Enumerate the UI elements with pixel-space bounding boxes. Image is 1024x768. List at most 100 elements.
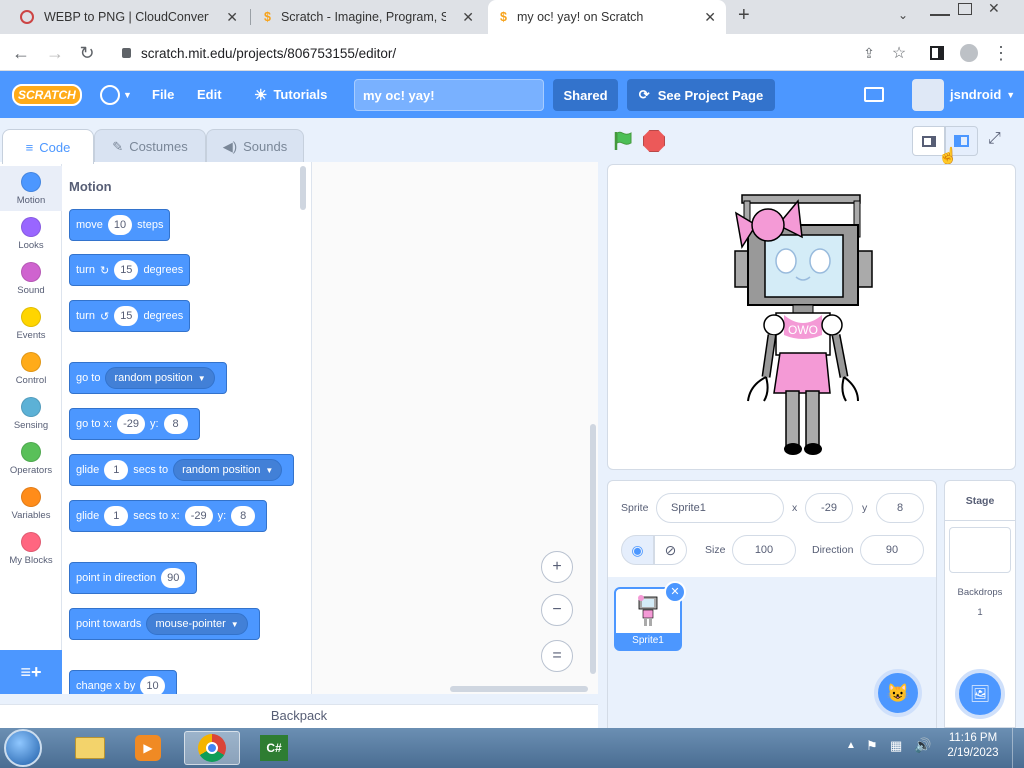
category-my-blocks[interactable]: My Blocks bbox=[0, 526, 62, 571]
edit-menu[interactable]: Edit bbox=[197, 71, 222, 118]
tab-close-icon[interactable]: ✕ bbox=[226, 9, 238, 26]
block-input[interactable]: -29 bbox=[184, 506, 213, 526]
block-input[interactable]: 1 bbox=[104, 460, 129, 480]
fullscreen-icon[interactable]: ⤢ bbox=[988, 130, 1001, 148]
see-project-page-button[interactable]: ⟳ See Project Page bbox=[627, 79, 775, 111]
workspace-horizontal-scrollbar[interactable] bbox=[450, 686, 588, 692]
block-input[interactable]: 15 bbox=[114, 260, 139, 280]
block-dropdown[interactable]: random position ▼ bbox=[173, 459, 283, 481]
palette-scrollbar[interactable] bbox=[300, 166, 306, 210]
clock[interactable]: 11:16 PM 2/19/2023 bbox=[940, 732, 1006, 759]
side-panel-icon[interactable] bbox=[924, 40, 950, 66]
scratch-logo[interactable]: SCRATCH bbox=[12, 71, 82, 118]
block-go-to[interactable]: go to random position ▼ bbox=[69, 362, 227, 394]
workspace-vertical-scrollbar[interactable] bbox=[590, 424, 596, 674]
add-extension-button[interactable]: ≡+ bbox=[0, 650, 62, 694]
block-move-steps[interactable]: move 10 steps bbox=[69, 209, 171, 241]
tab-project[interactable]: $ my oc! yay! on Scratch ✕ bbox=[488, 0, 726, 34]
stop-sign-icon[interactable] bbox=[643, 130, 665, 152]
category-variables[interactable]: Variables bbox=[0, 481, 62, 526]
shared-button[interactable]: Shared bbox=[553, 79, 618, 111]
show-hidden-icons-icon[interactable]: ▲ bbox=[846, 740, 856, 751]
kebab-menu-icon[interactable]: ⋮ bbox=[988, 40, 1014, 66]
my-stuff-folder-icon[interactable] bbox=[864, 71, 884, 118]
block-input[interactable]: 10 bbox=[140, 676, 165, 694]
zoom-reset-button[interactable]: = bbox=[541, 640, 573, 672]
block-input[interactable]: 1 bbox=[104, 506, 129, 526]
forward-icon[interactable]: → bbox=[42, 40, 68, 66]
block-point-towards[interactable]: point towards mouse-pointer ▼ bbox=[69, 608, 260, 640]
block-glide-to[interactable]: glide 1 secs to random position ▼ bbox=[69, 454, 295, 486]
block-turn-left[interactable]: turn ↺ 15 degrees bbox=[69, 300, 191, 332]
tab-close-icon[interactable]: ✕ bbox=[704, 9, 716, 26]
block-glide-to-xy[interactable]: glide 1 secs to x: -29 y: 8 bbox=[69, 500, 268, 532]
account-menu[interactable]: jsndroid ▼ bbox=[912, 71, 1015, 118]
block-change-x[interactable]: change x by 10 bbox=[69, 670, 177, 694]
block-input[interactable]: 15 bbox=[114, 306, 139, 326]
category-sensing[interactable]: Sensing bbox=[0, 391, 62, 436]
sprite-name-input[interactable]: Sprite1 bbox=[656, 493, 784, 523]
category-control[interactable]: Control bbox=[0, 346, 62, 391]
y-position-input[interactable]: 8 bbox=[876, 493, 924, 523]
chrome-icon[interactable] bbox=[184, 731, 240, 765]
reload-icon[interactable]: ↻ bbox=[74, 40, 100, 66]
restore-icon[interactable] bbox=[958, 3, 972, 15]
choose-backdrop-icon[interactable]: 🖼 bbox=[955, 669, 1005, 719]
tab-cloudconvert[interactable]: WEBP to PNG | CloudConvert ✕ bbox=[8, 0, 248, 34]
direction-input[interactable]: 90 bbox=[860, 535, 924, 565]
network-icon[interactable]: ▦ bbox=[890, 738, 902, 754]
category-looks[interactable]: Looks bbox=[0, 211, 62, 256]
hide-sprite-button[interactable]: ⊘ bbox=[654, 535, 687, 565]
zoom-out-button[interactable]: − bbox=[541, 594, 573, 626]
url-bar[interactable]: scratch.mit.edu/projects/806753155/edito… bbox=[112, 39, 924, 67]
block-dropdown[interactable]: random position ▼ bbox=[105, 367, 215, 389]
language-globe-icon[interactable]: ▼ bbox=[100, 71, 132, 118]
show-desktop-button[interactable] bbox=[1012, 728, 1024, 768]
back-icon[interactable]: ← bbox=[8, 40, 34, 66]
size-input[interactable]: 100 bbox=[732, 535, 796, 565]
sprite-character[interactable]: OWO bbox=[608, 165, 1016, 470]
minimize-icon[interactable] bbox=[930, 4, 950, 16]
delete-sprite-trash-icon[interactable]: ✕ bbox=[664, 581, 686, 603]
project-title-input[interactable]: my oc! yay! bbox=[354, 79, 544, 111]
stage-thumbnail[interactable] bbox=[949, 527, 1011, 573]
category-operators[interactable]: Operators bbox=[0, 436, 62, 481]
share-icon[interactable]: ⇪ bbox=[856, 40, 882, 66]
script-workspace[interactable]: + − = bbox=[312, 162, 598, 694]
csharp-ide-icon[interactable]: C# bbox=[248, 731, 300, 765]
tab-scratch-home[interactable]: $ Scratch - Imagine, Program, Shar ✕ bbox=[252, 0, 484, 34]
tab-costumes[interactable]: ✎ Costumes bbox=[94, 129, 206, 163]
block-input[interactable]: 10 bbox=[107, 215, 133, 235]
file-menu[interactable]: File bbox=[152, 71, 174, 118]
category-sound[interactable]: Sound bbox=[0, 256, 62, 301]
block-input[interactable]: 8 bbox=[163, 414, 188, 434]
block-input[interactable]: -29 bbox=[117, 414, 145, 434]
tab-close-icon[interactable]: ✕ bbox=[462, 9, 474, 26]
block-input[interactable]: 8 bbox=[231, 506, 256, 526]
category-motion[interactable]: Motion bbox=[0, 166, 62, 211]
block-turn-right[interactable]: turn ↻ 15 degrees bbox=[69, 254, 191, 286]
block-input[interactable]: 90 bbox=[161, 568, 186, 588]
stage-selector-pane[interactable]: Stage Backdrops 1 🖼 bbox=[944, 480, 1016, 728]
zoom-in-button[interactable]: + bbox=[541, 551, 573, 583]
file-explorer-icon[interactable] bbox=[64, 731, 116, 765]
tutorials-button[interactable]: ☀ Tutorials bbox=[254, 71, 327, 118]
bookmark-star-icon[interactable]: ☆ bbox=[886, 40, 912, 66]
show-sprite-button[interactable]: ◉ bbox=[621, 535, 654, 565]
block-go-to-xy[interactable]: go to x: -29 y: 8 bbox=[69, 408, 200, 440]
block-point-in-direction[interactable]: point in direction 90 bbox=[69, 562, 198, 594]
new-tab-button[interactable]: + bbox=[738, 4, 750, 27]
tab-sounds[interactable]: ◀) Sounds bbox=[206, 129, 304, 163]
green-flag-icon[interactable] bbox=[612, 130, 634, 155]
start-button-windows-icon[interactable] bbox=[4, 729, 42, 767]
backpack-bar[interactable]: Backpack bbox=[0, 704, 598, 728]
block-dropdown[interactable]: mouse-pointer ▼ bbox=[146, 613, 248, 635]
volume-icon[interactable]: 🔊 bbox=[914, 737, 931, 754]
profile-avatar-icon[interactable] bbox=[956, 40, 982, 66]
window-close-icon[interactable]: ✕ bbox=[988, 0, 1000, 17]
chevron-down-icon[interactable]: ⌄ bbox=[898, 8, 908, 22]
stage-canvas[interactable]: OWO bbox=[607, 164, 1016, 470]
tab-code[interactable]: ≡ Code bbox=[2, 129, 94, 164]
category-events[interactable]: Events bbox=[0, 301, 62, 346]
choose-sprite-cat-icon[interactable]: 😺 bbox=[874, 669, 922, 717]
